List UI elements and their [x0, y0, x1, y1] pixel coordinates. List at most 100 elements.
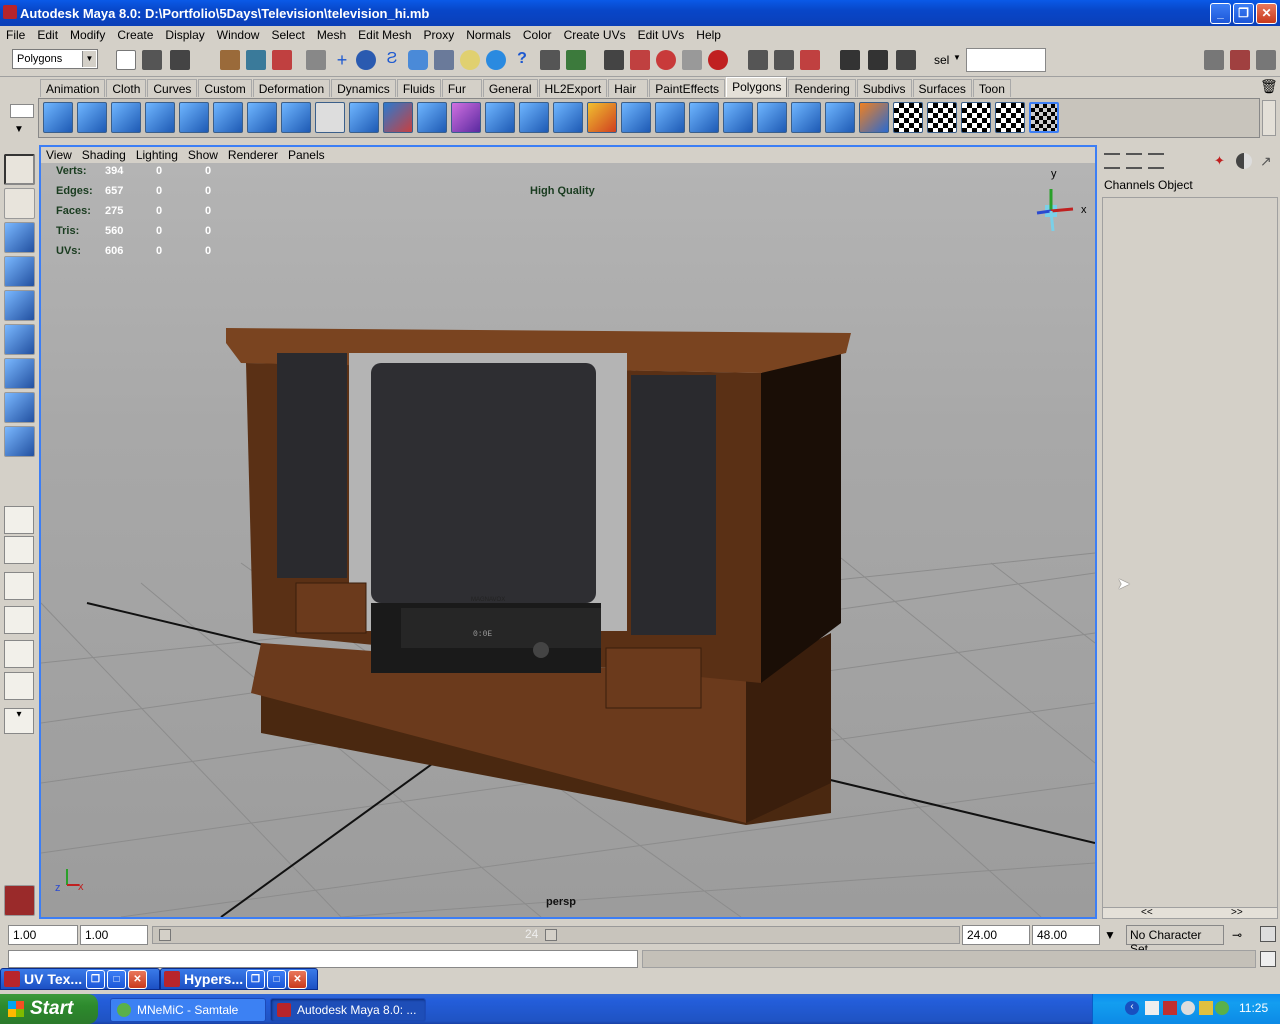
- maya-app-icon[interactable]: [3, 5, 17, 19]
- shelf-tab-toon[interactable]: Toon: [972, 79, 1011, 97]
- spherical-mapping-icon[interactable]: [961, 102, 991, 133]
- close-icon[interactable]: ✕: [128, 969, 147, 989]
- minimized-window-uv-texture[interactable]: UV Tex... ❐ □ ✕: [0, 968, 160, 990]
- end-time-field[interactable]: 24.00: [962, 925, 1030, 945]
- rotate-tool-icon[interactable]: [4, 290, 35, 321]
- animation-preferences-icon[interactable]: [1260, 926, 1276, 942]
- scroll-left-arrows[interactable]: <<: [1141, 907, 1153, 918]
- lock-icon[interactable]: [540, 50, 560, 70]
- vp-menu-renderer[interactable]: Renderer: [228, 148, 278, 162]
- menu-help[interactable]: Help: [696, 28, 721, 42]
- range-slider-end-handle[interactable]: [545, 929, 557, 941]
- render-icon[interactable]: [486, 50, 506, 70]
- attribute-layout-icon[interactable]: [1126, 153, 1142, 169]
- vp-menu-shading[interactable]: Shading: [82, 148, 126, 162]
- channel-box-content[interactable]: [1102, 197, 1278, 913]
- wedge-icon[interactable]: [757, 102, 787, 133]
- snap-curve-icon[interactable]: [356, 50, 376, 70]
- tray-security-icon[interactable]: [1163, 1001, 1177, 1015]
- render-frame-icon[interactable]: [840, 50, 860, 70]
- scroll-right-arrows[interactable]: >>: [1231, 907, 1243, 918]
- snap-point-icon[interactable]: Ƨ: [382, 50, 402, 70]
- start-button[interactable]: Start: [0, 994, 98, 1024]
- render-globals-icon[interactable]: [896, 50, 916, 70]
- new-scene-icon[interactable]: [116, 50, 136, 70]
- select-object-icon[interactable]: [246, 50, 266, 70]
- menu-modify[interactable]: Modify: [70, 28, 105, 42]
- channel-box-scrollbar[interactable]: << >>: [1102, 907, 1278, 919]
- save-scene-icon[interactable]: [170, 50, 190, 70]
- sel-dropdown-icon[interactable]: ▼: [953, 53, 961, 62]
- display-mode-icon[interactable]: [1236, 153, 1252, 169]
- shelf-tab-subdivs[interactable]: Subdivs: [856, 79, 912, 97]
- speed-icon[interactable]: ↗: [1260, 153, 1276, 169]
- shelf-tab-polygons[interactable]: Polygons: [726, 77, 788, 97]
- shelf-tab-hair[interactable]: Hair: [608, 79, 649, 97]
- help-icon[interactable]: ?: [512, 50, 532, 70]
- menu-edit-uvs[interactable]: Edit UVs: [638, 28, 685, 42]
- automatic-mapping-icon[interactable]: [995, 102, 1025, 133]
- extrude-icon[interactable]: [519, 102, 549, 133]
- select-hierarchy-icon[interactable]: [220, 50, 240, 70]
- menu-set-select[interactable]: Polygons ▼: [12, 49, 98, 69]
- key-icon[interactable]: ⊸: [1232, 928, 1242, 942]
- show-manipulator-icon[interactable]: [4, 426, 35, 457]
- shelf-tab-deformation[interactable]: Deformation: [252, 79, 331, 97]
- selection-field[interactable]: [966, 48, 1046, 72]
- close-icon[interactable]: ✕: [1256, 3, 1277, 24]
- vp-menu-lighting[interactable]: Lighting: [136, 148, 178, 162]
- soft-modification-icon[interactable]: [4, 392, 35, 423]
- snap-view-plane-icon[interactable]: [408, 50, 428, 70]
- persp-outliner-layout-icon[interactable]: [4, 572, 34, 600]
- bridge-icon[interactable]: [553, 102, 583, 133]
- tray-clock[interactable]: 11:25: [1239, 1001, 1268, 1015]
- restore-icon[interactable]: ❐: [246, 969, 265, 989]
- tray-steam-icon[interactable]: [1181, 1001, 1195, 1015]
- menu-window[interactable]: Window: [217, 28, 260, 42]
- chevron-down-icon[interactable]: ▼: [82, 51, 96, 67]
- range-slider[interactable]: 24: [152, 926, 960, 944]
- offset-edge-loop-icon[interactable]: [723, 102, 753, 133]
- bevel-icon[interactable]: [791, 102, 821, 133]
- menu-select[interactable]: Select: [271, 28, 304, 42]
- perspective-scene[interactable]: MAGNAVOX 0:0E y x z x Verts: 394 0 0 Edg…: [41, 163, 1095, 917]
- character-set-dropdown-icon[interactable]: ▼: [1104, 928, 1116, 942]
- poly-pyramid-icon[interactable]: [247, 102, 277, 133]
- menu-color[interactable]: Color: [523, 28, 552, 42]
- snap-together-icon[interactable]: [682, 50, 702, 70]
- construction-history-icon[interactable]: [800, 50, 820, 70]
- shelf-tab-painteffects[interactable]: PaintEffects: [649, 79, 726, 97]
- vp-menu-panels[interactable]: Panels: [288, 148, 325, 162]
- menu-normals[interactable]: Normals: [466, 28, 511, 42]
- four-view-layout-icon[interactable]: [4, 536, 34, 564]
- range-slider-start-handle[interactable]: [159, 929, 171, 941]
- persp-trax-layout-icon[interactable]: [4, 672, 34, 700]
- lasso-tool-icon[interactable]: [4, 188, 35, 219]
- input-ops-icon[interactable]: [748, 50, 768, 70]
- planar-mapping-icon[interactable]: [893, 102, 923, 133]
- menu-proxy[interactable]: Proxy: [424, 28, 455, 42]
- shelf-tab-fur[interactable]: Fur: [441, 79, 482, 97]
- trash-icon[interactable]: 🗑: [1260, 78, 1278, 95]
- select-highlight-icon[interactable]: [566, 50, 586, 70]
- poly-cone-icon[interactable]: [145, 102, 175, 133]
- persp-graph-layout-icon[interactable]: [4, 606, 34, 634]
- shelf-tab-curves[interactable]: Curves: [147, 79, 198, 97]
- extract-icon[interactable]: [417, 102, 447, 133]
- taskbar-item-maya[interactable]: Autodesk Maya 8.0: ...: [270, 998, 426, 1022]
- restore-icon[interactable]: ❐: [86, 969, 105, 989]
- shelf-tab-hl2export[interactable]: HL2Export: [538, 79, 608, 97]
- fill-hole-icon[interactable]: [621, 102, 651, 133]
- maximize-icon[interactable]: □: [107, 969, 126, 989]
- poly-plane-icon[interactable]: [179, 102, 209, 133]
- shelf-tab-rendering[interactable]: Rendering: [788, 79, 856, 97]
- ipr-render-icon[interactable]: [868, 50, 888, 70]
- cylindrical-mapping-icon[interactable]: [927, 102, 957, 133]
- magnet-icon[interactable]: [656, 50, 676, 70]
- shelf-menu-icon[interactable]: [10, 104, 34, 118]
- shelf-tab-general[interactable]: General: [482, 79, 538, 97]
- shelf-menu-arrow-icon[interactable]: ▼: [14, 124, 24, 135]
- open-scene-icon[interactable]: [142, 50, 162, 70]
- hypershade-layout-icon[interactable]: [4, 640, 34, 668]
- channel-manip-icon[interactable]: ✦: [1214, 153, 1232, 171]
